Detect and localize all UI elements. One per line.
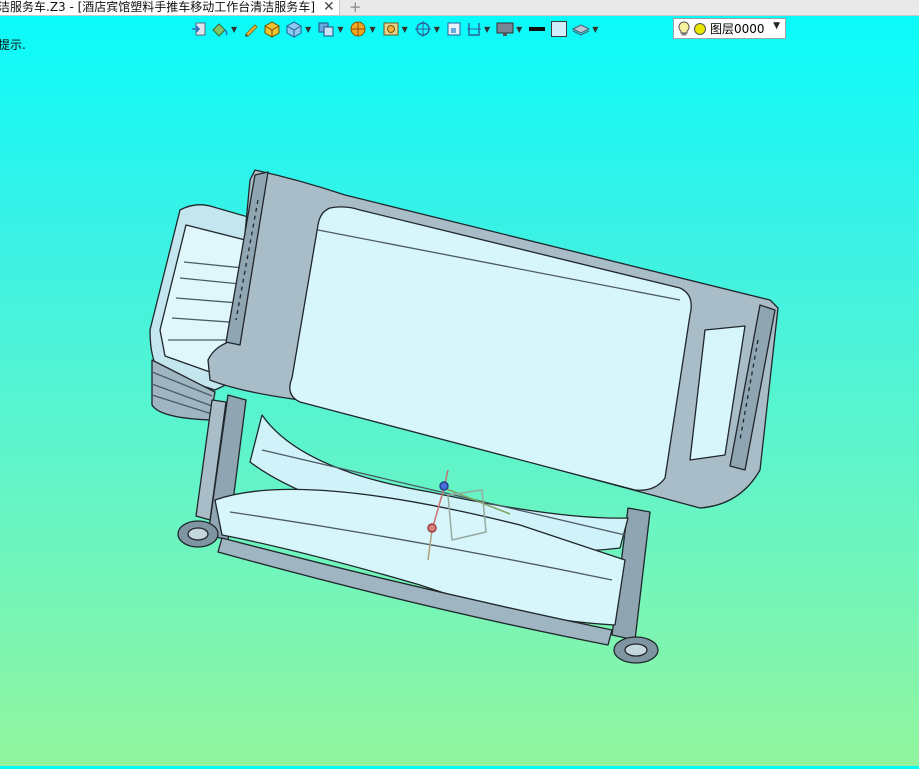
chevron-down-icon[interactable]: ▼ xyxy=(516,25,522,34)
fill-color-swatch xyxy=(551,21,568,37)
document-tab-title: 洁服务车.Z3 - [酒店宾馆塑料手推车移动工作台清洁服务车] xyxy=(0,0,315,14)
layer-stack-icon xyxy=(572,24,591,36)
cleaning-cart-model[interactable] xyxy=(0,41,919,766)
line-color-button[interactable] xyxy=(527,18,547,40)
section-icon xyxy=(466,23,481,36)
fit-view-button[interactable] xyxy=(445,18,463,40)
chevron-down-icon[interactable]: ▼ xyxy=(773,21,780,31)
exit-button[interactable] xyxy=(190,18,208,40)
solid-box-icon xyxy=(264,21,280,38)
light-bulb-icon xyxy=(678,20,690,35)
image-button[interactable]: ▼ xyxy=(381,18,411,40)
view-cube-icon xyxy=(286,21,302,38)
chevron-down-icon[interactable]: ▼ xyxy=(305,25,311,34)
document-tab[interactable]: 洁服务车.Z3 - [酒店宾馆塑料手推车移动工作台清洁服务车] ✕ xyxy=(0,0,340,15)
render-sphere-icon xyxy=(350,21,366,37)
chevron-down-icon[interactable]: ▼ xyxy=(484,25,490,34)
chevron-down-icon[interactable]: ▼ xyxy=(337,25,343,34)
render-button[interactable]: ▼ xyxy=(348,18,378,40)
tab-bar: 洁服务车.Z3 - [酒店宾馆塑料手推车移动工作台清洁服务车] ✕ + xyxy=(0,0,919,16)
chevron-down-icon[interactable]: ▼ xyxy=(231,25,237,34)
paint-button[interactable]: ▼ xyxy=(210,18,240,40)
orbit-button[interactable]: ▼ xyxy=(413,18,443,40)
new-tab-button[interactable]: + xyxy=(349,0,362,16)
display-mode-icon xyxy=(318,22,334,37)
layer-dropdown[interactable]: 图层0000 ▼ xyxy=(673,18,786,39)
layer-manager-button[interactable]: ▼ xyxy=(571,18,601,40)
top-tray-surface xyxy=(289,206,692,491)
line-color-swatch xyxy=(529,27,546,31)
layer-name: 图层0000 xyxy=(710,22,765,36)
fill-color-button[interactable] xyxy=(549,18,569,40)
pencil-icon xyxy=(245,24,258,37)
solid-button[interactable] xyxy=(262,18,282,40)
monitor-button[interactable]: ▼ xyxy=(495,18,525,40)
orbit-icon xyxy=(414,21,431,37)
close-tab-icon[interactable]: ✕ xyxy=(323,0,335,15)
chevron-down-icon[interactable]: ▼ xyxy=(592,25,598,34)
chevron-down-icon[interactable]: ▼ xyxy=(369,25,375,34)
view-cube-button[interactable]: ▼ xyxy=(284,18,314,40)
display-mode-button[interactable]: ▼ xyxy=(316,18,346,40)
view-toolbar: ▼ ▼ ▼ ▼ ▼ ▼ ▼ ▼ ▼ xyxy=(190,17,603,41)
exit-icon xyxy=(192,22,206,36)
image-icon xyxy=(383,22,399,36)
fit-view-icon xyxy=(447,22,461,36)
layer-color-dot-icon xyxy=(694,22,706,35)
sketch-button[interactable] xyxy=(242,18,260,40)
3d-viewport[interactable] xyxy=(0,41,919,766)
chevron-down-icon[interactable]: ▼ xyxy=(434,25,440,34)
monitor-icon xyxy=(496,22,514,36)
chevron-down-icon[interactable]: ▼ xyxy=(402,25,408,34)
paint-bucket-icon xyxy=(212,23,228,37)
section-button[interactable]: ▼ xyxy=(465,18,493,40)
